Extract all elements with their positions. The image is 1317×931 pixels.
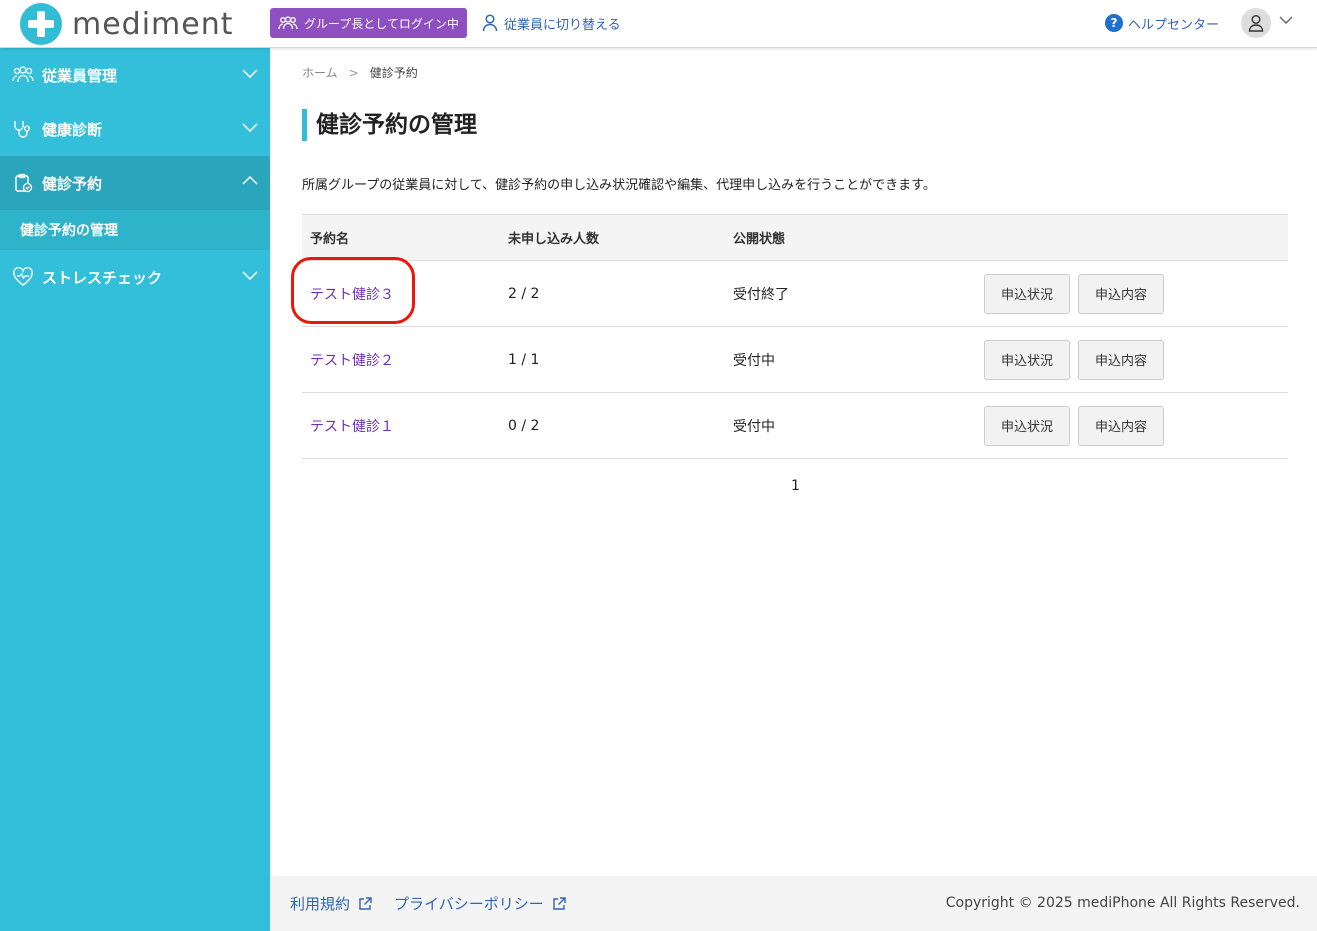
sidebar-item-employee-management[interactable]: 従業員管理 [0,48,270,102]
application-content-button[interactable]: 申込内容 [1078,339,1165,380]
help-center-link[interactable]: ? ヘルプセンター [1105,12,1219,34]
header-reservation-name: 予約名 [310,232,350,247]
reservation-name-link[interactable]: テスト健診１ [310,419,394,435]
sidebar-subitem-label: 健診予約の管理 [20,223,118,239]
help-question-icon: ? [1105,14,1123,32]
user-icon [1248,15,1264,32]
group-leader-badge: グループ長としてログイン中 [270,8,467,38]
stethoscope-icon [12,118,34,140]
sidebar-item-label: ストレスチェック [42,268,163,287]
chevron-down-icon [242,123,258,132]
logo[interactable]: mediment [20,3,234,45]
page-title: 健診予約の管理 [302,109,477,141]
reservation-table: 予約名 未申し込み人数 公開状態 テスト健診３ 2 / 2 受付終了 申込状況 … [291,214,1288,459]
publish-status: 受付中 [733,418,775,435]
terms-label: 利用規約 [290,895,351,913]
table-header: 予約名 未申し込み人数 公開状態 [302,214,1288,261]
people-icon [12,64,34,86]
header-publish-status: 公開状態 [733,232,786,247]
sidebar-item-checkup-reservation[interactable]: 健診予約 [0,156,270,210]
publish-status: 受付中 [733,352,775,369]
switch-to-employee-label: 従業員に切り替える [504,17,621,33]
reservation-name-link[interactable]: テスト健診３ [310,287,394,303]
breadcrumb-separator: > [348,65,359,80]
external-link-icon [553,896,566,910]
sidebar-item-label: 健診予約 [42,174,103,193]
application-status-button[interactable]: 申込状況 [984,339,1071,380]
unapplied-count: 0 / 2 [508,417,540,434]
unapplied-count: 1 / 1 [508,351,540,368]
pagination-page-1[interactable]: 1 [791,478,800,494]
breadcrumb-current: 健診予約 [369,66,418,80]
reservation-name-link[interactable]: テスト健診２ [310,353,394,369]
unapplied-count: 2 / 2 [508,285,540,302]
person-icon [482,14,498,32]
sidebar-subitem-reservation-management[interactable]: 健診予約の管理 [0,210,270,250]
chevron-down-icon[interactable] [1279,15,1293,25]
heart-pulse-icon [12,266,34,288]
sidebar-item-stress-check[interactable]: ストレスチェック [0,250,270,304]
application-status-button[interactable]: 申込状況 [984,273,1071,314]
application-content-button[interactable]: 申込内容 [1078,405,1165,446]
privacy-policy-link[interactable]: プライバシーポリシー [394,893,566,914]
terms-link[interactable]: 利用規約 [290,893,372,914]
top-header: mediment グループ長としてログイン中 従業員に切り替える ? ヘルプセン… [0,0,1317,48]
logo-text: mediment [72,6,234,42]
help-center-label: ヘルプセンター [1128,17,1220,33]
breadcrumb: ホーム > 健診予約 [302,64,418,81]
application-content-button[interactable]: 申込内容 [1078,273,1165,314]
sidebar-item-health-checkup[interactable]: 健康診断 [0,102,270,156]
publish-status: 受付終了 [733,286,789,303]
page-description: 所属グループの従業員に対して、健診予約の申し込み状況確認や編集、代理申し込みを行… [302,178,936,193]
sidebar-item-label: 健康診断 [42,120,103,139]
copyright-text: Copyright © 2025 mediPhone All Rights Re… [945,895,1300,911]
main-content: ホーム > 健診予約 健診予約の管理 所属グループの従業員に対して、健診予約の申… [270,48,1317,876]
chevron-up-icon [242,176,258,185]
user-avatar[interactable] [1241,8,1271,38]
table-row: テスト健診２ 1 / 1 受付中 申込状況 申込内容 [302,327,1288,393]
clipboard-check-icon [12,172,34,194]
application-status-button[interactable]: 申込状況 [984,405,1071,446]
group-badge-label: グループ長としてログイン中 [304,16,459,31]
switch-to-employee-link[interactable]: 従業員に切り替える [482,12,621,34]
header-unapplied-count: 未申し込み人数 [508,232,600,247]
table-row: テスト健診３ 2 / 2 受付終了 申込状況 申込内容 [291,257,1288,327]
breadcrumb-home[interactable]: ホーム [302,64,338,81]
logo-cross-icon [20,3,62,45]
group-icon [278,16,298,30]
external-link-icon [359,896,372,910]
chevron-down-icon [242,271,258,280]
sidebar: 従業員管理 健康診断 健診予約 健診予約の管理 ストレスチェック [0,48,270,931]
sidebar-item-label: 従業員管理 [42,66,118,85]
privacy-label: プライバシーポリシー [394,895,544,913]
footer: 利用規約 プライバシーポリシー Copyright © 2025 mediPho… [270,876,1317,931]
table-row: テスト健診１ 0 / 2 受付中 申込状況 申込内容 [302,393,1288,459]
chevron-down-icon [242,69,258,78]
